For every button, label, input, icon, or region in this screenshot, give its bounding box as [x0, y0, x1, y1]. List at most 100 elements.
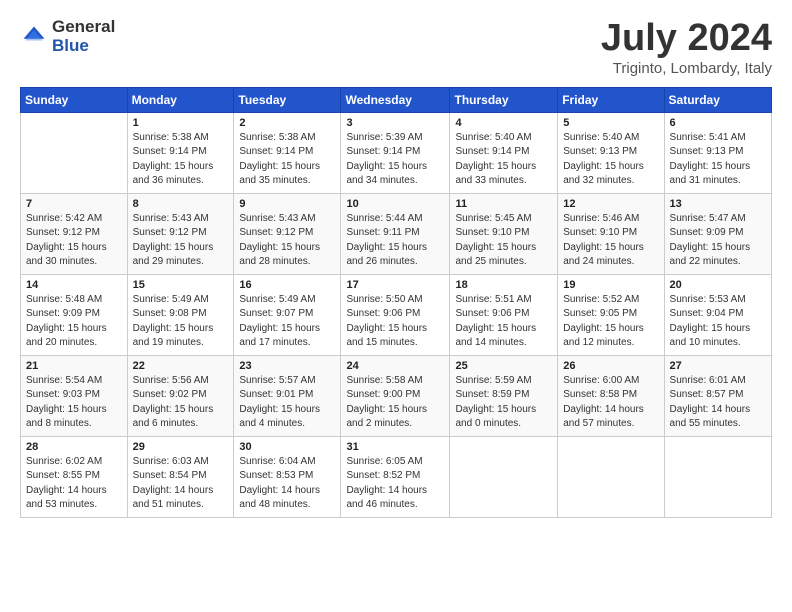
- day-info: Sunrise: 5:42 AM Sunset: 9:12 PM Dayligh…: [26, 212, 122, 270]
- day-number: 30: [239, 441, 335, 453]
- logo-general: General: [52, 18, 115, 37]
- day-number: 18: [455, 279, 552, 291]
- day-number: 16: [239, 279, 335, 291]
- day-info: Sunrise: 5:53 AM Sunset: 9:04 PM Dayligh…: [670, 293, 766, 351]
- day-number: 3: [346, 117, 444, 129]
- calendar-cell: 17 Sunrise: 5:50 AM Sunset: 9:06 PM Dayli…: [341, 274, 450, 355]
- calendar-header-sunday: Sunday: [21, 87, 128, 112]
- calendar-cell: 18 Sunrise: 5:51 AM Sunset: 9:06 PM Dayli…: [450, 274, 558, 355]
- day-info: Sunrise: 5:54 AM Sunset: 9:03 PM Dayligh…: [26, 374, 122, 432]
- day-number: 4: [455, 117, 552, 129]
- calendar-cell: 24Sunrise: 5:58 AM Sunset: 9:00 PM Dayli…: [341, 355, 450, 436]
- day-info: Sunrise: 5:57 AM Sunset: 9:01 PM Dayligh…: [239, 374, 335, 432]
- calendar-cell: 29Sunrise: 6:03 AM Sunset: 8:54 PM Dayli…: [127, 436, 234, 517]
- day-number: 26: [563, 360, 658, 372]
- day-number: 13: [670, 198, 766, 210]
- day-number: 27: [670, 360, 766, 372]
- calendar-cell: 21 Sunrise: 5:54 AM Sunset: 9:03 PM Dayli…: [21, 355, 128, 436]
- day-number: 31: [346, 441, 444, 453]
- calendar-cell: 1 Sunrise: 5:38 AM Sunset: 9:14 PM Daylig…: [127, 112, 234, 193]
- calendar-cell: 31 Sunrise: 6:05 AM Sunset: 8:52 PM Dayli…: [341, 436, 450, 517]
- day-number: 23: [239, 360, 335, 372]
- day-number: 19: [563, 279, 658, 291]
- logo-text: General Blue: [52, 18, 115, 55]
- calendar-cell: 10Sunrise: 5:44 AM Sunset: 9:11 PM Dayli…: [341, 193, 450, 274]
- day-info: Sunrise: 5:48 AM Sunset: 9:09 PM Dayligh…: [26, 293, 122, 351]
- logo: General Blue: [20, 18, 115, 55]
- calendar-cell: 13 Sunrise: 5:47 AM Sunset: 9:09 PM Dayli…: [664, 193, 771, 274]
- day-number: 28: [26, 441, 122, 453]
- calendar-cell: 23 Sunrise: 5:57 AM Sunset: 9:01 PM Dayli…: [234, 355, 341, 436]
- day-number: 15: [133, 279, 229, 291]
- calendar-cell: 14 Sunrise: 5:48 AM Sunset: 9:09 PM Dayli…: [21, 274, 128, 355]
- day-info: Sunrise: 5:40 AM Sunset: 9:14 PM Dayligh…: [455, 131, 552, 189]
- day-info: Sunrise: 5:58 AM Sunset: 9:00 PM Dayligh…: [346, 374, 444, 432]
- calendar-cell: [21, 112, 128, 193]
- day-number: 1: [133, 117, 229, 129]
- header: General Blue July 2024 Triginto, Lombard…: [20, 18, 772, 77]
- day-info: Sunrise: 5:40 AM Sunset: 9:13 PM Dayligh…: [563, 131, 658, 189]
- day-number: 8: [133, 198, 229, 210]
- logo-icon: [20, 23, 48, 51]
- calendar-cell: 25Sunrise: 5:59 AM Sunset: 8:59 PM Dayli…: [450, 355, 558, 436]
- day-number: 9: [239, 198, 335, 210]
- day-info: Sunrise: 5:56 AM Sunset: 9:02 PM Dayligh…: [133, 374, 229, 432]
- day-info: Sunrise: 5:43 AM Sunset: 9:12 PM Dayligh…: [133, 212, 229, 270]
- day-info: Sunrise: 5:43 AM Sunset: 9:12 PM Dayligh…: [239, 212, 335, 270]
- day-info: Sunrise: 5:47 AM Sunset: 9:09 PM Dayligh…: [670, 212, 766, 270]
- calendar-header-row: SundayMondayTuesdayWednesdayThursdayFrid…: [21, 87, 772, 112]
- day-number: 20: [670, 279, 766, 291]
- day-info: Sunrise: 5:38 AM Sunset: 9:14 PM Dayligh…: [133, 131, 229, 189]
- calendar-cell: 7 Sunrise: 5:42 AM Sunset: 9:12 PM Daylig…: [21, 193, 128, 274]
- calendar-cell: 3 Sunrise: 5:39 AM Sunset: 9:14 PM Daylig…: [341, 112, 450, 193]
- day-number: 2: [239, 117, 335, 129]
- day-info: Sunrise: 6:04 AM Sunset: 8:53 PM Dayligh…: [239, 455, 335, 513]
- day-info: Sunrise: 6:03 AM Sunset: 8:54 PM Dayligh…: [133, 455, 229, 513]
- calendar-cell: 26 Sunrise: 6:00 AM Sunset: 8:58 PM Dayli…: [558, 355, 664, 436]
- calendar-cell: [558, 436, 664, 517]
- day-info: Sunrise: 5:50 AM Sunset: 9:06 PM Dayligh…: [346, 293, 444, 351]
- calendar-week-2: 7 Sunrise: 5:42 AM Sunset: 9:12 PM Daylig…: [21, 193, 772, 274]
- day-info: Sunrise: 5:39 AM Sunset: 9:14 PM Dayligh…: [346, 131, 444, 189]
- calendar-week-5: 28Sunrise: 6:02 AM Sunset: 8:55 PM Dayli…: [21, 436, 772, 517]
- day-info: Sunrise: 5:51 AM Sunset: 9:06 PM Dayligh…: [455, 293, 552, 351]
- day-number: 17: [346, 279, 444, 291]
- day-info: Sunrise: 5:52 AM Sunset: 9:05 PM Dayligh…: [563, 293, 658, 351]
- calendar-header-wednesday: Wednesday: [341, 87, 450, 112]
- day-info: Sunrise: 5:49 AM Sunset: 9:08 PM Dayligh…: [133, 293, 229, 351]
- calendar-cell: 28Sunrise: 6:02 AM Sunset: 8:55 PM Dayli…: [21, 436, 128, 517]
- title-area: July 2024 Triginto, Lombardy, Italy: [601, 18, 772, 77]
- day-info: Sunrise: 5:49 AM Sunset: 9:07 PM Dayligh…: [239, 293, 335, 351]
- day-info: Sunrise: 5:44 AM Sunset: 9:11 PM Dayligh…: [346, 212, 444, 270]
- calendar-header-thursday: Thursday: [450, 87, 558, 112]
- day-info: Sunrise: 6:05 AM Sunset: 8:52 PM Dayligh…: [346, 455, 444, 513]
- calendar-cell: 5 Sunrise: 5:40 AM Sunset: 9:13 PM Daylig…: [558, 112, 664, 193]
- day-info: Sunrise: 5:59 AM Sunset: 8:59 PM Dayligh…: [455, 374, 552, 432]
- day-number: 7: [26, 198, 122, 210]
- calendar-cell: 27Sunrise: 6:01 AM Sunset: 8:57 PM Dayli…: [664, 355, 771, 436]
- calendar-cell: 19 Sunrise: 5:52 AM Sunset: 9:05 PM Dayli…: [558, 274, 664, 355]
- main-title: July 2024: [601, 18, 772, 60]
- calendar-cell: 8 Sunrise: 5:43 AM Sunset: 9:12 PM Daylig…: [127, 193, 234, 274]
- day-info: Sunrise: 5:45 AM Sunset: 9:10 PM Dayligh…: [455, 212, 552, 270]
- logo-blue: Blue: [52, 37, 115, 56]
- calendar-header-monday: Monday: [127, 87, 234, 112]
- day-number: 14: [26, 279, 122, 291]
- day-number: 11: [455, 198, 552, 210]
- calendar-cell: 30 Sunrise: 6:04 AM Sunset: 8:53 PM Dayli…: [234, 436, 341, 517]
- calendar-week-1: 1 Sunrise: 5:38 AM Sunset: 9:14 PM Daylig…: [21, 112, 772, 193]
- calendar-cell: 22 Sunrise: 5:56 AM Sunset: 9:02 PM Dayli…: [127, 355, 234, 436]
- subtitle: Triginto, Lombardy, Italy: [601, 60, 772, 77]
- calendar-header-tuesday: Tuesday: [234, 87, 341, 112]
- day-info: Sunrise: 5:41 AM Sunset: 9:13 PM Dayligh…: [670, 131, 766, 189]
- calendar-cell: 11 Sunrise: 5:45 AM Sunset: 9:10 PM Dayli…: [450, 193, 558, 274]
- day-info: Sunrise: 5:46 AM Sunset: 9:10 PM Dayligh…: [563, 212, 658, 270]
- day-number: 22: [133, 360, 229, 372]
- calendar-week-4: 21 Sunrise: 5:54 AM Sunset: 9:03 PM Dayli…: [21, 355, 772, 436]
- day-info: Sunrise: 6:00 AM Sunset: 8:58 PM Dayligh…: [563, 374, 658, 432]
- calendar-cell: [664, 436, 771, 517]
- calendar-cell: 9 Sunrise: 5:43 AM Sunset: 9:12 PM Daylig…: [234, 193, 341, 274]
- calendar-cell: 20 Sunrise: 5:53 AM Sunset: 9:04 PM Dayli…: [664, 274, 771, 355]
- day-number: 5: [563, 117, 658, 129]
- day-number: 21: [26, 360, 122, 372]
